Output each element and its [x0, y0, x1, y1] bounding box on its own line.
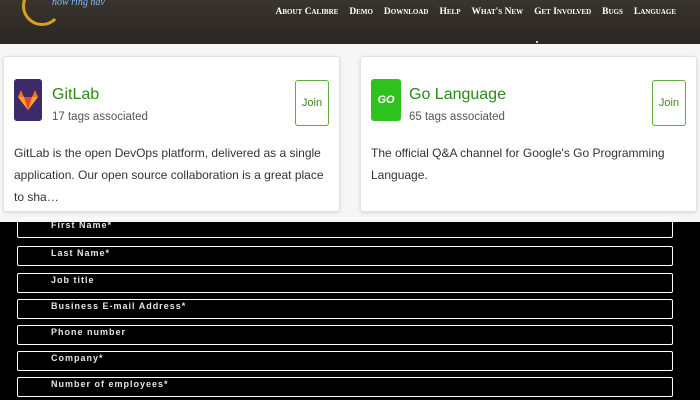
separator-dot [536, 41, 538, 43]
business-email-field[interactable]: Business E-mail Address* [17, 299, 673, 319]
go-icon-text: GO [377, 94, 395, 106]
nav-get-involved[interactable]: Get Involved [534, 7, 591, 17]
go-icon: GO [371, 79, 401, 121]
first-name-field[interactable]: First Name* [17, 218, 673, 238]
job-title-field[interactable]: Job title [17, 273, 673, 293]
top-nav-bar: now ring nav About Calibre Demo Download… [0, 0, 700, 44]
last-name-label: Last Name* [51, 248, 111, 258]
phone-number-field[interactable]: Phone number [17, 325, 673, 345]
nav-bugs[interactable]: Bugs [602, 7, 623, 17]
logo-text: now ring nav [52, 0, 105, 8]
gitlab-icon [14, 79, 42, 121]
company-field[interactable]: Company* [17, 351, 673, 371]
card-title[interactable]: Go Language [409, 86, 506, 104]
phone-number-label: Phone number [51, 327, 127, 337]
nav-demo[interactable]: Demo [349, 7, 373, 17]
business-email-label: Business E-mail Address* [51, 301, 187, 311]
first-name-label: First Name* [51, 220, 113, 230]
last-name-field[interactable]: Last Name* [17, 246, 673, 266]
nav-language[interactable]: Language [634, 7, 676, 17]
signup-form: First Name* Last Name* Job title Busines… [0, 218, 700, 400]
nav-whats-new[interactable]: What's New [472, 7, 524, 17]
tag-count: 17 tags associated [52, 111, 148, 123]
nav-download[interactable]: Download [384, 7, 429, 17]
main-nav: About Calibre Demo Download Help What's … [276, 7, 676, 17]
employees-label: Number of employees* [51, 379, 169, 389]
join-button[interactable]: Join [295, 80, 329, 126]
card-description: The official Q&A channel for Google's Go… [371, 146, 665, 182]
nav-about-calibre[interactable]: About Calibre [276, 7, 339, 17]
join-button[interactable]: Join [652, 80, 686, 126]
tag-count: 65 tags associated [409, 111, 505, 123]
collective-card-go: GO Go Language 65 tags associated Join T… [360, 56, 697, 212]
card-description: GitLab is the open DevOps platform, deli… [14, 146, 324, 204]
nav-help[interactable]: Help [440, 7, 461, 17]
job-title-label: Job title [51, 275, 95, 285]
employees-field[interactable]: Number of employees* [17, 377, 673, 397]
collective-card-gitlab: GitLab 17 tags associated Join GitLab is… [3, 56, 340, 212]
card-title[interactable]: GitLab [52, 86, 99, 104]
company-label: Company* [51, 353, 104, 363]
collectives-section: GitLab 17 tags associated Join GitLab is… [0, 44, 700, 222]
